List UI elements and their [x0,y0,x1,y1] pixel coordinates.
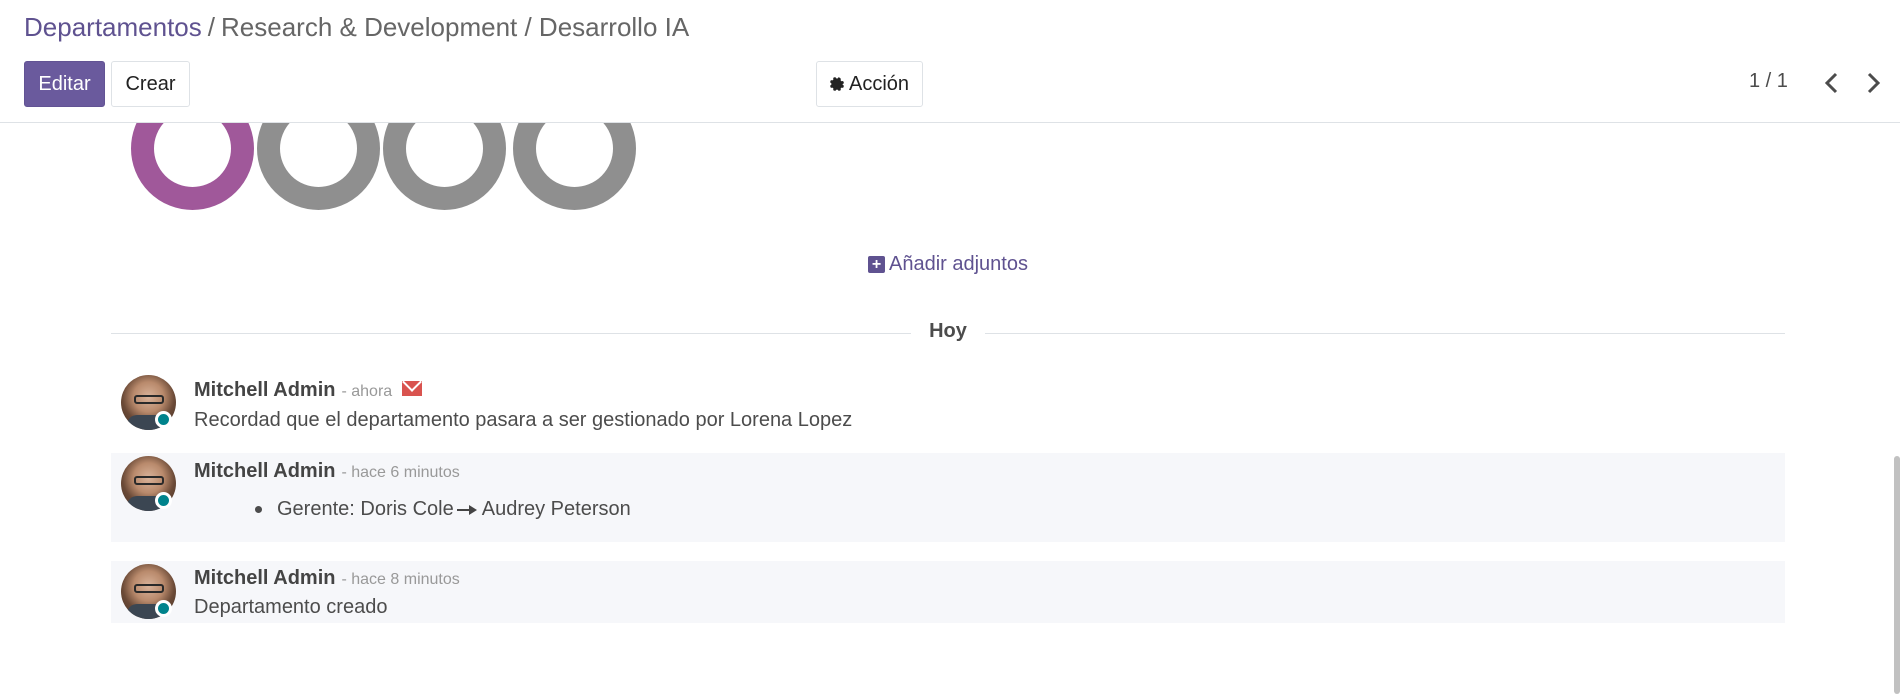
message-header: Mitchell Admin - hace 8 minutos [194,567,460,590]
pager-value[interactable]: 1 / 1 [1749,70,1788,93]
message-header: Mitchell Admin - ahora [194,379,423,402]
breadcrumb-current: Research & Development / Desarrollo IA [221,12,690,42]
attachment-thumbnail[interactable] [131,123,254,210]
control-panel: Departamentos / Research & Development / D… [0,0,1900,123]
online-status-icon [155,411,172,428]
arrow-right-icon [456,500,479,520]
chevron-left-icon[interactable] [1822,71,1842,95]
message-item: Mitchell Admin - ahora Recordad que el de… [111,373,1785,453]
message-item: Mitchell Admin - hace 8 minutos Departame… [111,561,1785,623]
message-item: Mitchell Admin - hace 6 minutos Gerente: … [111,453,1785,542]
scrollbar-thumb[interactable] [1894,456,1900,694]
tracking-old-value: Doris Cole [360,498,454,520]
message-body: Departamento creado [194,596,388,618]
form-content: + Añadir adjuntos Hoy Mitchell Admin - ah… [0,123,1900,694]
breadcrumb-departamentos-link[interactable]: Departamentos [24,12,202,42]
day-separator-label: Hoy [911,320,985,343]
message-date: - hace 6 minutos [341,464,460,481]
message-author[interactable]: Mitchell Admin [194,379,335,401]
chevron-right-icon[interactable] [1863,71,1883,95]
tracking-value-item: Gerente: Doris Cole Audrey Peterson [255,498,631,521]
attachment-thumbnail[interactable] [383,123,506,210]
action-button-label: Acción [848,72,910,95]
plus-square-icon: + [868,256,885,273]
message-author[interactable]: Mitchell Admin [194,567,335,589]
breadcrumb: Departamentos / Research & Development / D… [24,12,689,43]
message-date: - ahora [341,383,393,400]
message-header: Mitchell Admin - hace 6 minutos [194,460,460,483]
tracking-field: Gerente: [277,498,355,520]
create-button[interactable]: Crear [111,61,190,107]
online-status-icon [155,492,172,509]
message-body: Recordad que el departamento pasara a se… [194,409,853,431]
envelope-icon [402,381,423,397]
edit-button[interactable]: Editar [24,61,105,107]
message-date: - hace 8 minutos [341,571,460,588]
add-attachments-link[interactable]: + Añadir adjuntos [868,253,1028,276]
tracking-new-value: Audrey Peterson [481,498,631,520]
action-button[interactable]: Acción [816,61,923,107]
add-attachments-label: Añadir adjuntos [889,253,1028,275]
online-status-icon [155,600,172,617]
attachment-thumbnail[interactable] [513,123,636,210]
gear-icon [829,77,844,91]
message-author[interactable]: Mitchell Admin [194,460,335,482]
attachment-thumbnail[interactable] [257,123,380,210]
breadcrumb-separator: / [207,12,215,42]
bullet [255,506,262,513]
